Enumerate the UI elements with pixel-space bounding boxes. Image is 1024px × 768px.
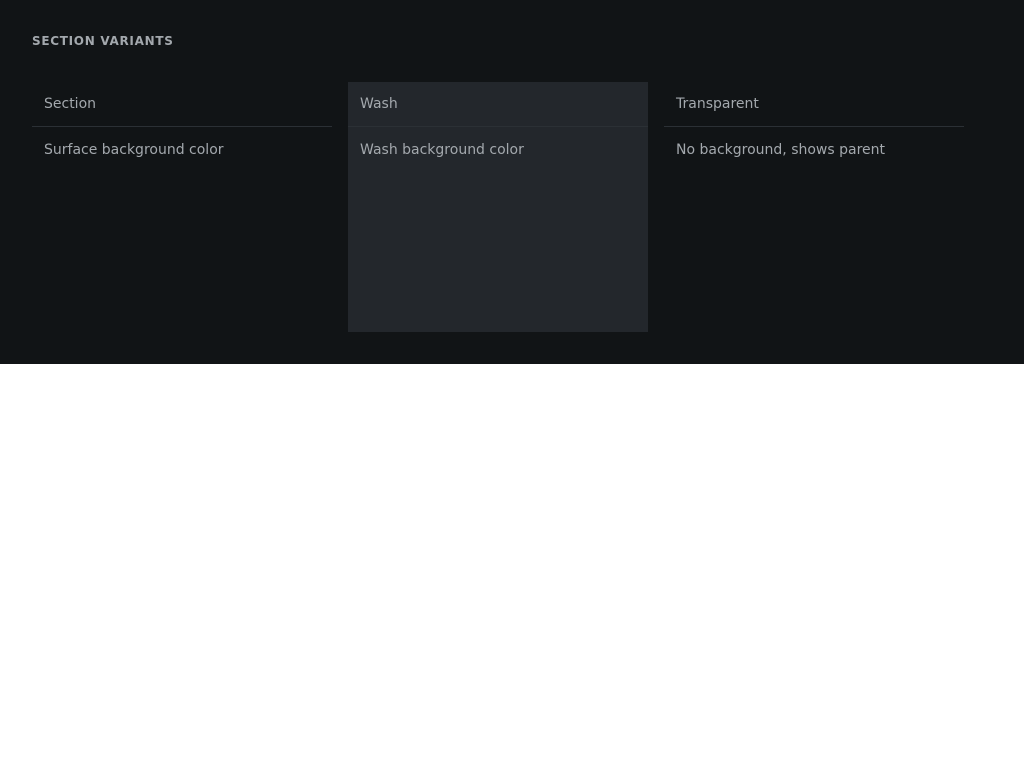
- card-header-label: Section: [44, 96, 97, 112]
- card-header: Transparent: [664, 82, 964, 127]
- card-header: Wash: [348, 82, 648, 127]
- section-variants-panel: SECTION VARIANTS Section Surface backgro…: [0, 0, 1024, 364]
- card-header-label: Transparent: [676, 96, 759, 112]
- variant-row: Section Surface background color Wash Wa…: [32, 82, 964, 332]
- card-body-text: No background, shows parent: [676, 142, 886, 158]
- panel-title: SECTION VARIANTS: [32, 34, 174, 48]
- variant-card-transparent: Transparent No background, shows parent: [664, 82, 964, 332]
- variant-card-section: Section Surface background color: [32, 82, 332, 332]
- variant-card-wash: Wash Wash background color: [348, 82, 648, 332]
- card-header-label: Wash: [360, 96, 398, 112]
- card-body-text: Surface background color: [44, 142, 224, 158]
- card-body-text: Wash background color: [360, 142, 524, 158]
- card-header: Section: [32, 82, 332, 127]
